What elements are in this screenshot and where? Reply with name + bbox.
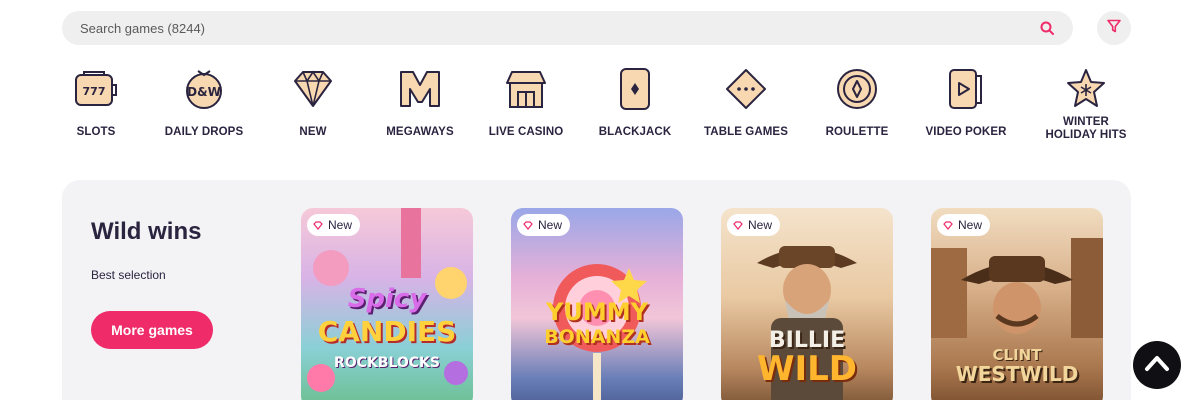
game-title-line3: ROCKBLOCKS: [333, 355, 440, 371]
search-input[interactable]: [80, 20, 1039, 36]
new-badge: New: [517, 214, 571, 236]
category-label: SLOTS: [76, 126, 116, 138]
live-casino-icon: [503, 66, 549, 112]
badge-label: New: [748, 218, 773, 232]
category-daily-drops[interactable]: D&W DAILY DROPS: [164, 66, 244, 139]
diamond-icon: [313, 220, 323, 230]
game-title-line2: BONANZA: [544, 326, 650, 348]
more-games-button[interactable]: More games: [91, 311, 213, 349]
diamond-icon: [290, 66, 336, 112]
new-badge: New: [307, 214, 361, 236]
game-card-billie-wild[interactable]: New BILLIE WILD: [721, 208, 893, 400]
game-card-clint-westwild[interactable]: New CLINT WESTWILD: [931, 208, 1103, 400]
category-label: TABLE GAMES: [704, 126, 788, 138]
roulette-icon: [834, 66, 880, 112]
svg-text:D&W: D&W: [187, 85, 221, 99]
scroll-to-top-button[interactable]: [1133, 341, 1181, 389]
filter-icon: [1106, 18, 1122, 39]
category-label-line2: HOLIDAY HITS: [1045, 129, 1127, 141]
diamond-icon: [523, 220, 533, 230]
search-bar[interactable]: [62, 11, 1073, 45]
badge-label: New: [958, 218, 983, 232]
category-label: NEW: [299, 126, 327, 138]
video-poker-icon: [943, 66, 989, 112]
game-title-line2: CANDIES: [317, 315, 457, 348]
game-title-line2: WILD: [756, 349, 858, 389]
category-winter-holiday-hits[interactable]: WINTER HOLIDAY HITS: [1045, 66, 1127, 142]
daily-drops-icon: D&W: [181, 66, 227, 112]
new-badge: New: [727, 214, 781, 236]
category-table-games[interactable]: TABLE GAMES: [704, 66, 788, 139]
game-card-spicy-candies[interactable]: New Spicy CANDIES ROCKBLOCKS: [301, 208, 473, 400]
game-title-line1: YUMMY: [545, 298, 648, 326]
diamond-icon: [733, 220, 743, 230]
category-label-line1: WINTER: [1063, 116, 1109, 128]
category-video-poker[interactable]: VIDEO POKER: [925, 66, 1007, 139]
category-label: ROULETTE: [825, 126, 889, 138]
snowflake-star-icon: [1063, 66, 1109, 112]
slots-icon: 777: [73, 66, 119, 112]
category-label: VIDEO POKER: [925, 126, 1007, 138]
promo-title: Wild wins: [91, 218, 202, 245]
game-card-yummy-bonanza[interactable]: New YUMMY BONANZA: [511, 208, 683, 400]
game-title-line1: CLINT: [992, 346, 1042, 364]
new-badge: New: [937, 214, 991, 236]
diamond-icon: [943, 220, 953, 230]
card-icon: [612, 66, 658, 112]
category-nav: 777 SLOTS D&W DAILY DROPS NEW MEGAWAYS L…: [40, 66, 1160, 146]
game-title-line2: WESTWILD: [955, 362, 1079, 386]
category-label: LIVE CASINO: [488, 126, 564, 138]
category-new[interactable]: NEW: [290, 66, 336, 139]
category-blackjack[interactable]: BLACKJACK: [598, 66, 672, 139]
promo-subtitle: Best selection: [91, 268, 166, 282]
chevron-up-icon: [1144, 354, 1170, 377]
search-icon[interactable]: [1039, 20, 1055, 36]
category-label: DAILY DROPS: [164, 126, 244, 138]
megaways-icon: [397, 66, 443, 112]
category-label: MEGAWAYS: [386, 126, 454, 138]
category-live-casino[interactable]: LIVE CASINO: [489, 66, 563, 139]
category-slots[interactable]: 777 SLOTS: [73, 66, 119, 139]
category-megaways[interactable]: MEGAWAYS: [384, 66, 456, 139]
badge-label: New: [538, 218, 563, 232]
badge-label: New: [328, 218, 353, 232]
category-roulette[interactable]: ROULETTE: [826, 66, 888, 139]
category-label: WINTER HOLIDAY HITS: [1045, 116, 1126, 142]
category-label: BLACKJACK: [598, 126, 672, 138]
filter-button[interactable]: [1097, 11, 1131, 45]
svg-text:777: 777: [83, 85, 106, 98]
game-title-line1: Spicy: [347, 284, 427, 314]
dice-icon: [723, 66, 769, 112]
